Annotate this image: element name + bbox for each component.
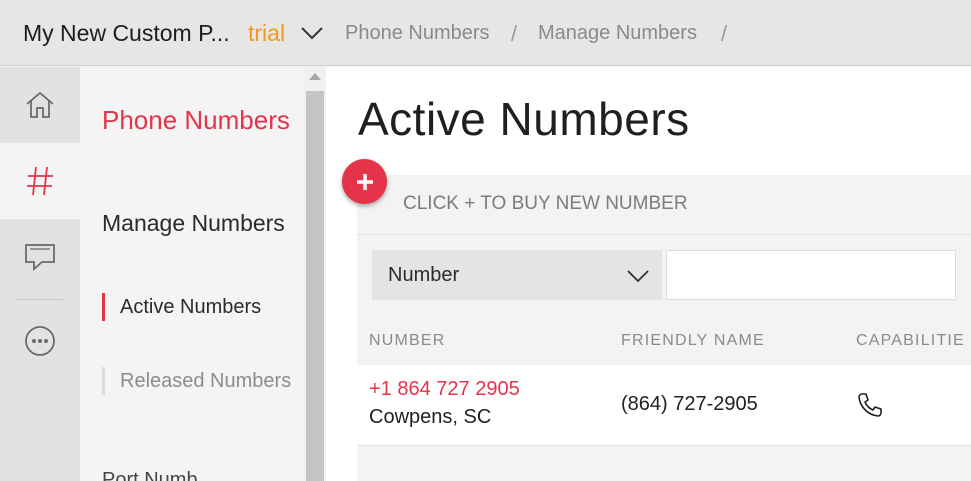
friendly-name: (864) 727-2905 [621, 393, 758, 415]
breadcrumb-phone-numbers[interactable]: Phone Numbers [345, 22, 490, 45]
scrollbar[interactable] [304, 67, 326, 481]
subnav-section[interactable]: Manage Numbers [102, 207, 292, 240]
rail-divider [15, 299, 63, 300]
subnav-link-port-numbers[interactable]: Port Numb... [102, 469, 214, 481]
phone-number-link[interactable]: +1 864 727 2905 [369, 378, 520, 401]
trial-badge: trial [248, 20, 286, 46]
more-icon [25, 326, 55, 356]
phone-icon [858, 393, 882, 417]
buy-number-row[interactable]: CLICK + TO BUY NEW NUMBER [357, 175, 971, 235]
rail-item-more[interactable] [0, 303, 80, 379]
chevron-down-icon [627, 270, 649, 283]
breadcrumb-manage-numbers[interactable]: Manage Numbers [538, 22, 697, 45]
subnav-link-active-numbers[interactable]: Active Numbers [102, 293, 292, 321]
sub-navigation: Phone Numbers Manage Numbers Active Numb… [80, 67, 304, 481]
plus-icon [356, 173, 373, 190]
column-header-friendly-name: FRIENDLY NAME [621, 332, 765, 349]
filter-selected-value: Number [388, 264, 460, 286]
chevron-down-icon[interactable] [300, 25, 324, 41]
filter-input[interactable] [666, 250, 956, 300]
chat-icon [25, 244, 55, 271]
project-name[interactable]: My New Custom P... [23, 20, 230, 47]
scrollbar-thumb[interactable] [306, 91, 324, 481]
hash-icon [27, 166, 53, 196]
scroll-up-arrow-icon[interactable] [309, 73, 321, 80]
number-location: Cowpens, SC [369, 406, 492, 428]
column-header-capabilities: CAPABILITIE [856, 332, 965, 349]
filter-select[interactable]: Number [372, 250, 662, 300]
subnav-title[interactable]: Phone Numbers [102, 103, 292, 137]
column-header-number: NUMBER [369, 332, 446, 349]
top-bar: My New Custom P... trial Phone Numbers /… [0, 0, 971, 66]
numbers-panel: CLICK + TO BUY NEW NUMBER Number NUMBER … [357, 175, 971, 481]
page-title: Active Numbers [358, 93, 690, 145]
buy-prompt: CLICK + TO BUY NEW NUMBER [403, 193, 688, 214]
rail-item-phone-numbers[interactable] [0, 143, 80, 219]
breadcrumb-separator: / [721, 21, 728, 46]
icon-rail [0, 67, 80, 481]
rail-item-home[interactable] [0, 67, 80, 143]
add-number-button[interactable] [342, 159, 387, 204]
table-row[interactable]: +1 864 727 2905 Cowpens, SC (864) 727-29… [357, 365, 971, 446]
subnav-link-released-numbers[interactable]: Released Numbers [102, 367, 292, 395]
breadcrumb-separator: / [511, 21, 518, 46]
home-icon [26, 91, 54, 118]
rail-item-messaging[interactable] [0, 219, 80, 295]
